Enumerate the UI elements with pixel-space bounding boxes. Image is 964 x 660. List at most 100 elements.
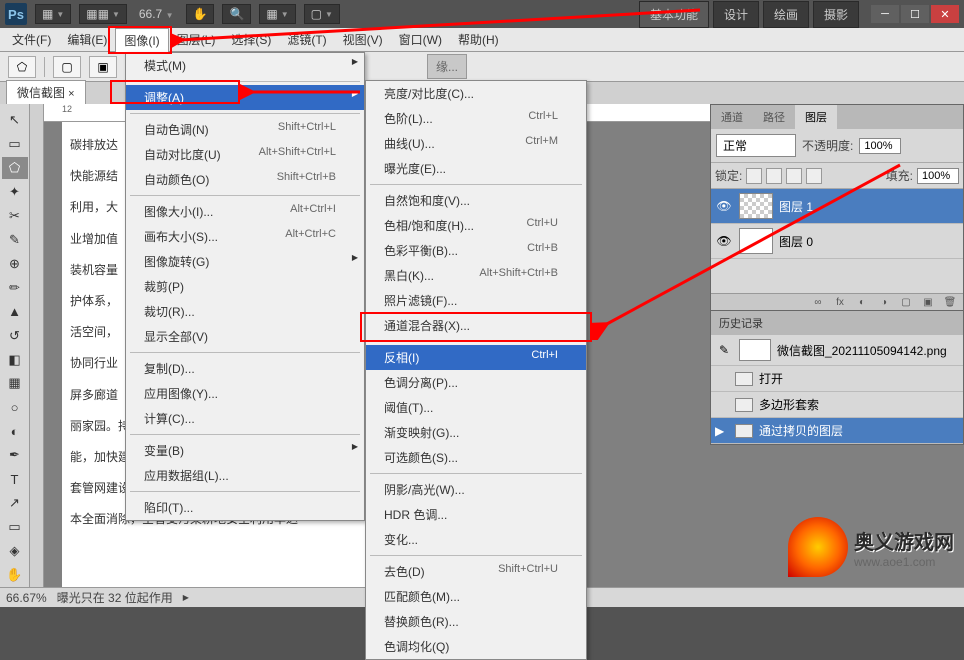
blur-tool[interactable]: ○ xyxy=(2,396,28,418)
history-step[interactable]: ▶通过拷贝的图层 xyxy=(711,418,963,444)
history-step[interactable]: 打开 xyxy=(711,366,963,392)
image-menu-item[interactable]: 自动颜色(O)Shift+Ctrl+B xyxy=(126,167,364,192)
history-target-icon[interactable]: ▶ xyxy=(715,424,729,438)
adjust-menu-item[interactable]: 曝光度(E)... xyxy=(366,156,586,181)
menu-select[interactable]: 选择(S) xyxy=(223,28,279,51)
adjust-menu-item[interactable]: 去色(D)Shift+Ctrl+U xyxy=(366,559,586,584)
menu-layer[interactable]: 图层(L) xyxy=(169,28,224,51)
adjust-menu-item[interactable]: 匹配颜色(M)... xyxy=(366,584,586,609)
image-menu-item[interactable]: 画布大小(S)...Alt+Ctrl+C xyxy=(126,224,364,249)
lock-image-icon[interactable] xyxy=(766,168,782,184)
lock-all-icon[interactable] xyxy=(806,168,822,184)
gradient-tool[interactable]: ▦ xyxy=(2,372,28,394)
history-brush-tool[interactable]: ↺ xyxy=(2,325,28,347)
lock-transparent-icon[interactable] xyxy=(746,168,762,184)
menu-window[interactable]: 窗口(W) xyxy=(391,28,450,51)
image-menu-item[interactable]: 变量(B) xyxy=(126,438,364,463)
shape-tool[interactable]: ▭ xyxy=(2,516,28,538)
lock-position-icon[interactable] xyxy=(786,168,802,184)
arrange-button[interactable]: ▦ ▼ xyxy=(259,4,295,24)
image-menu-item[interactable]: 模式(M) xyxy=(126,53,364,78)
layer-row[interactable]: 👁图层 0 xyxy=(711,224,963,259)
mini-bridge-button[interactable]: ▦▦ ▼ xyxy=(79,4,127,24)
image-menu-item[interactable]: 裁剪(P) xyxy=(126,274,364,299)
adjust-menu-item[interactable]: 渐变映射(G)... xyxy=(366,420,586,445)
image-menu-item[interactable]: 复制(D)... xyxy=(126,356,364,381)
image-menu-item[interactable]: 自动色调(N)Shift+Ctrl+L xyxy=(126,117,364,142)
eyedropper-tool[interactable]: ✎ xyxy=(2,229,28,251)
status-zoom[interactable]: 66.67% xyxy=(6,591,47,605)
dodge-tool[interactable]: ◐ xyxy=(2,420,28,442)
screen-mode-button[interactable]: ▢ ▼ xyxy=(304,4,340,24)
image-menu-item[interactable]: 陷印(T)... xyxy=(126,495,364,520)
hand-tool-button[interactable]: ✋ xyxy=(186,4,215,24)
adjust-menu-item[interactable]: 曲线(U)...Ctrl+M xyxy=(366,131,586,156)
visibility-icon[interactable]: 👁 xyxy=(715,234,733,248)
image-menu-item[interactable]: 图像大小(I)...Alt+Ctrl+I xyxy=(126,199,364,224)
adjust-menu-item[interactable]: 阈值(T)... xyxy=(366,395,586,420)
history-step[interactable]: 多边形套索 xyxy=(711,392,963,418)
adjust-menu-item[interactable]: 亮度/对比度(C)... xyxy=(366,81,586,106)
workspace-painting[interactable]: 绘画 xyxy=(763,1,809,28)
bridge-button[interactable]: ▦ ▼ xyxy=(35,4,71,24)
refine-edge-button[interactable]: 缘... xyxy=(427,54,467,79)
workspace-design[interactable]: 设计 xyxy=(713,1,759,28)
adjust-menu-item[interactable]: 通道混合器(X)... xyxy=(366,313,586,338)
visibility-icon[interactable]: 👁 xyxy=(715,199,733,213)
menu-help[interactable]: 帮助(H) xyxy=(450,28,507,51)
image-menu-item[interactable]: 应用数据组(L)... xyxy=(126,463,364,488)
move-tool[interactable]: ↖ xyxy=(2,109,28,131)
paths-tab[interactable]: 路径 xyxy=(753,105,795,129)
type-tool[interactable]: T xyxy=(2,468,28,490)
brush-tool[interactable]: ✏ xyxy=(2,277,28,299)
image-menu-item[interactable]: 调整(A) xyxy=(126,85,364,110)
adjust-menu-item[interactable]: 色调均化(Q) xyxy=(366,634,586,659)
image-menu-item[interactable]: 裁切(R)... xyxy=(126,299,364,324)
path-tool[interactable]: ↗ xyxy=(2,492,28,514)
layer-row[interactable]: 👁图层 1 xyxy=(711,189,963,224)
adjust-menu-item[interactable]: 色调分离(P)... xyxy=(366,370,586,395)
menu-edit[interactable]: 编辑(E) xyxy=(59,28,115,51)
menu-file[interactable]: 文件(F) xyxy=(4,28,59,51)
close-button[interactable]: ✕ xyxy=(931,5,959,23)
lasso-tool[interactable]: ⬠ xyxy=(2,157,28,179)
adjust-menu-item[interactable]: 变化... xyxy=(366,527,586,552)
document-tab[interactable]: 微信截图 × xyxy=(6,80,86,104)
wand-tool[interactable]: ✦ xyxy=(2,181,28,203)
stamp-tool[interactable]: ▲ xyxy=(2,301,28,323)
adjust-menu-item[interactable]: 替换颜色(R)... xyxy=(366,609,586,634)
image-menu-item[interactable]: 应用图像(Y)... xyxy=(126,381,364,406)
menu-view[interactable]: 视图(V) xyxy=(335,28,391,51)
image-menu-item[interactable]: 图像旋转(G) xyxy=(126,249,364,274)
selection-add-icon[interactable]: ▣ xyxy=(89,56,117,78)
history-snapshot[interactable]: ✎ 微信截图_20211105094142.png xyxy=(711,335,963,366)
heal-tool[interactable]: ⊕ xyxy=(2,253,28,275)
adjust-menu-item[interactable]: 色彩平衡(B)...Ctrl+B xyxy=(366,238,586,263)
workspace-essentials[interactable]: 基本功能 xyxy=(639,1,709,28)
workspace-photography[interactable]: 摄影 xyxy=(813,1,859,28)
layers-tab[interactable]: 图层 xyxy=(795,105,837,129)
channels-tab[interactable]: 通道 xyxy=(711,105,753,129)
adjust-menu-item[interactable]: HDR 色调... xyxy=(366,502,586,527)
maximize-button[interactable]: ☐ xyxy=(901,5,929,23)
crop-tool[interactable]: ✂ xyxy=(2,205,28,227)
image-menu-item[interactable]: 显示全部(V) xyxy=(126,324,364,349)
image-menu-item[interactable]: 自动对比度(U)Alt+Shift+Ctrl+L xyxy=(126,142,364,167)
fill-input[interactable]: 100% xyxy=(917,168,959,184)
minimize-button[interactable]: ─ xyxy=(871,5,899,23)
tool-preset-icon[interactable]: ⬠ xyxy=(8,56,36,78)
menu-image[interactable]: 图像(I) xyxy=(115,28,168,52)
adjust-menu-item[interactable]: 黑白(K)...Alt+Shift+Ctrl+B xyxy=(366,263,586,288)
marquee-tool[interactable]: ▭ xyxy=(2,133,28,155)
adjust-menu-item[interactable]: 色相/饱和度(H)...Ctrl+U xyxy=(366,213,586,238)
selection-new-icon[interactable]: ▢ xyxy=(53,56,81,78)
adjust-menu-item[interactable]: 阴影/高光(W)... xyxy=(366,477,586,502)
hand-tool[interactable]: ✋ xyxy=(2,564,28,586)
adjust-menu-item[interactable]: 反相(I)Ctrl+I xyxy=(366,345,586,370)
eraser-tool[interactable]: ◧ xyxy=(2,349,28,371)
image-menu-item[interactable]: 计算(C)... xyxy=(126,406,364,431)
pen-tool[interactable]: ✒ xyxy=(2,444,28,466)
adjust-menu-item[interactable]: 照片滤镜(F)... xyxy=(366,288,586,313)
3d-tool[interactable]: ◈ xyxy=(2,540,28,562)
menu-filter[interactable]: 滤镜(T) xyxy=(279,28,334,51)
